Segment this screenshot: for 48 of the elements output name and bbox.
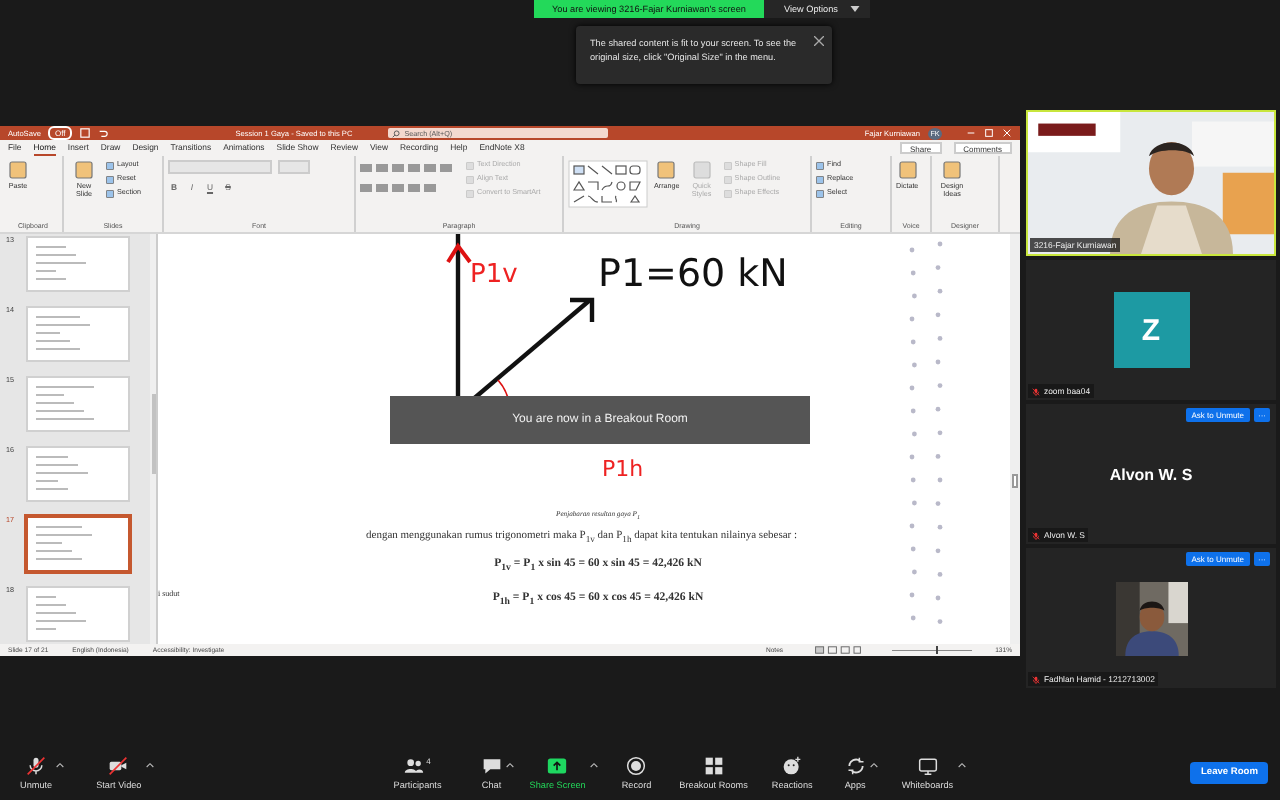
square-icon [942, 160, 962, 180]
square-icon [74, 160, 94, 180]
square-icon [723, 175, 732, 183]
slide-thumbnail[interactable] [26, 515, 130, 572]
caret-icon[interactable] [957, 762, 966, 768]
participant-display-name: Alvon W. S [1109, 465, 1193, 483]
record-icon [626, 756, 647, 776]
caret-icon[interactable] [56, 762, 65, 768]
square-icon [466, 161, 474, 169]
square-icon [816, 189, 824, 197]
square-icon [466, 175, 474, 183]
minimize-icon[interactable] [966, 128, 976, 138]
square-icon [723, 161, 732, 169]
grid-icon [703, 756, 724, 776]
caret-icon [849, 6, 860, 12]
square-icon [8, 160, 28, 180]
share-screen-icon [546, 756, 569, 776]
square-icon [106, 189, 114, 197]
muted-mic-icon [26, 756, 47, 776]
square-icon [816, 161, 824, 169]
square-icon [816, 175, 824, 183]
whiteboard-icon [917, 756, 938, 776]
close-icon[interactable] [814, 36, 824, 46]
people-icon [404, 756, 425, 776]
square-icon [106, 175, 114, 183]
smiley-icon [782, 756, 803, 776]
caret-icon[interactable] [589, 762, 598, 768]
save-icon[interactable] [79, 128, 90, 138]
avatar: Z [1113, 292, 1189, 368]
undo-icon[interactable] [97, 128, 108, 138]
shapes-gallery-icon[interactable] [568, 160, 648, 208]
camera-off-icon [108, 756, 129, 776]
square-icon [897, 160, 918, 180]
chat-icon [481, 756, 502, 776]
square-icon [723, 189, 732, 197]
caret-icon[interactable] [145, 762, 154, 768]
square-icon [656, 160, 677, 180]
font-name-field[interactable] [168, 160, 272, 174]
square-icon [466, 189, 474, 197]
font-size-field[interactable] [278, 160, 310, 174]
square-icon [106, 161, 114, 169]
apps-icon [845, 756, 866, 776]
search-icon [392, 129, 401, 137]
caret-icon[interactable] [505, 762, 514, 768]
square-icon [691, 160, 712, 180]
maximize-icon[interactable] [984, 128, 994, 138]
scrollbar[interactable] [1010, 233, 1020, 645]
caret-icon[interactable] [869, 762, 878, 768]
